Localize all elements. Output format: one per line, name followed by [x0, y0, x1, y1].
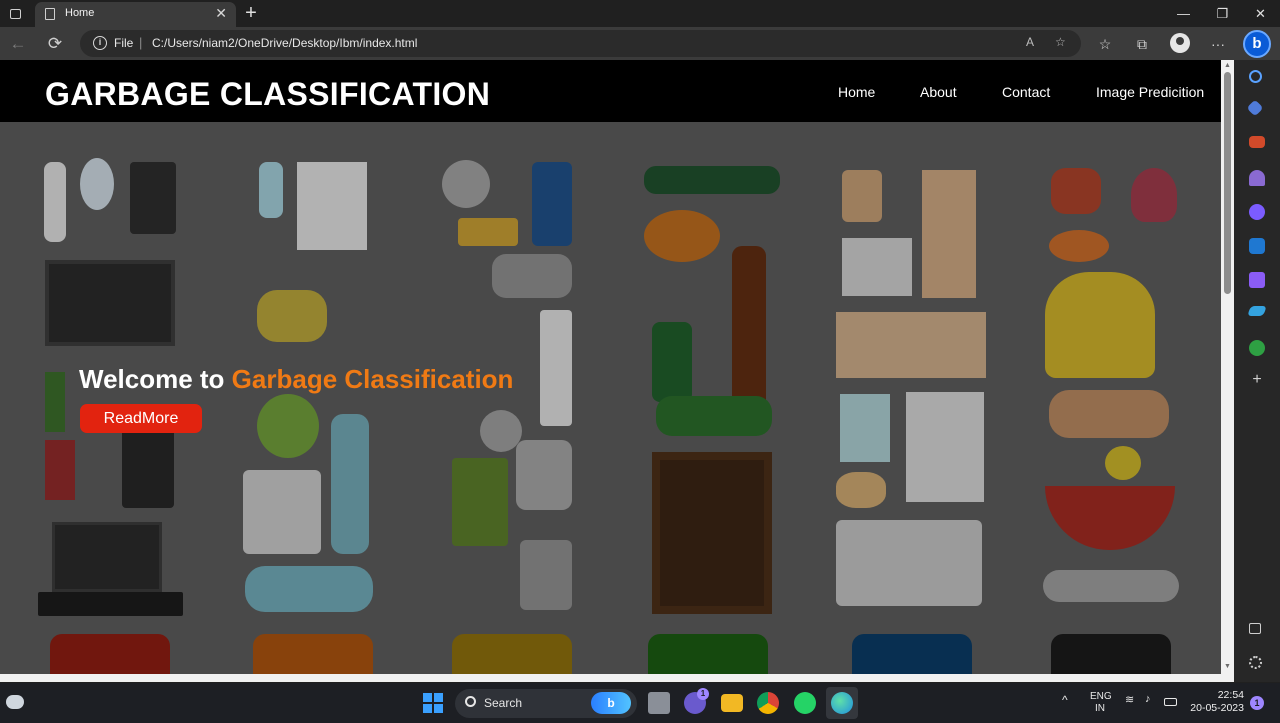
wifi-icon[interactable]: ≋: [1125, 693, 1134, 706]
briefcase-icon[interactable]: [1249, 136, 1265, 148]
site-title: GARBAGE CLASSIFICATION: [45, 76, 491, 112]
edge-icon[interactable]: [831, 692, 853, 714]
volume-icon[interactable]: ♪: [1145, 693, 1151, 705]
tab-close-icon[interactable]: ✕: [215, 5, 227, 21]
read-more-button[interactable]: ReadMore: [80, 404, 202, 433]
scroll-thumb[interactable]: [1224, 72, 1231, 294]
windows-taskbar: Search b 1 ^ ENG IN ≋ ♪ 22:54 20-05-2023…: [0, 683, 1280, 723]
new-tab-button[interactable]: +: [240, 1, 262, 25]
file-explorer-icon[interactable]: [721, 694, 743, 712]
profile-avatar[interactable]: [1170, 33, 1190, 53]
site-header: GARBAGE CLASSIFICATION Home About Contac…: [0, 60, 1221, 122]
teams-badge: 1: [697, 688, 709, 700]
bing-icon[interactable]: b: [591, 692, 631, 714]
nav-link-image-prediction[interactable]: Image Predicition: [1096, 84, 1204, 100]
add-icon[interactable]: +: [1249, 372, 1265, 388]
url-separator: |: [139, 35, 143, 50]
clock-time: 22:54: [1217, 689, 1244, 701]
battery-icon[interactable]: [1164, 698, 1177, 706]
collections-icon[interactable]: ⧉: [1132, 34, 1152, 54]
tree-icon[interactable]: [1249, 340, 1265, 356]
language-indicator[interactable]: ENG IN: [1090, 691, 1112, 715]
clock[interactable]: 22:54 20-05-2023: [1188, 689, 1244, 715]
address-bar[interactable]: i File | C:/Users/niam2/OneDrive/Desktop…: [80, 30, 1081, 57]
settings-menu-icon[interactable]: ···: [1208, 34, 1228, 54]
drop-icon[interactable]: [1249, 272, 1265, 288]
chrome-icon[interactable]: [757, 692, 779, 714]
notification-badge[interactable]: 1: [1250, 696, 1264, 710]
refresh-button[interactable]: ⟳: [43, 32, 67, 56]
page-vertical-scrollbar[interactable]: ▲ ▼: [1221, 60, 1234, 674]
language-line1: ENG: [1090, 691, 1112, 702]
nav-link-about[interactable]: About: [920, 84, 957, 100]
hero-heading-prefix: Welcome to: [79, 364, 225, 394]
tab-title: Home: [65, 7, 95, 19]
split-screen-icon[interactable]: [1249, 623, 1261, 634]
hero-heading: Welcome to Garbage Classification: [79, 364, 513, 395]
language-line2: IN: [1095, 703, 1105, 714]
bing-chat-button[interactable]: b: [1243, 30, 1271, 58]
scroll-down-icon[interactable]: ▼: [1223, 663, 1232, 670]
send-icon[interactable]: [1247, 306, 1267, 316]
taskbar-search[interactable]: Search b: [455, 689, 637, 718]
favorites-icon[interactable]: ☆: [1095, 34, 1115, 54]
start-button[interactable]: [423, 693, 443, 713]
search-icon[interactable]: [1249, 70, 1262, 83]
hero-banner: Welcome to Garbage Classification ReadMo…: [0, 122, 1221, 674]
back-button[interactable]: ←: [6, 32, 30, 56]
teams-icon[interactable]: 1: [684, 688, 709, 714]
add-favorite-icon[interactable]: ☆: [1055, 35, 1066, 49]
page-viewport: GARBAGE CLASSIFICATION Home About Contac…: [0, 60, 1221, 674]
minimize-button[interactable]: —: [1164, 0, 1203, 27]
settings-icon[interactable]: [1249, 656, 1262, 669]
chess-icon[interactable]: [1249, 170, 1265, 186]
scroll-up-icon[interactable]: ▲: [1223, 62, 1232, 69]
search-label: Search: [484, 696, 523, 710]
page-horizontal-scrollbar[interactable]: [0, 674, 1234, 682]
url-scheme: File: [114, 36, 134, 50]
copilot-icon[interactable]: [1249, 204, 1265, 220]
task-view-icon[interactable]: [648, 692, 670, 714]
browser-tab-home[interactable]: Home ✕: [35, 2, 236, 27]
info-icon[interactable]: i: [93, 36, 107, 50]
edge-sidebar: +: [1234, 60, 1280, 682]
tray-overflow-icon[interactable]: ^: [1062, 693, 1068, 707]
browser-tab-strip: Home ✕ + — ❐ ✕: [0, 0, 1280, 27]
maximize-button[interactable]: ❐: [1203, 0, 1242, 27]
document-icon: [45, 8, 55, 20]
whatsapp-icon[interactable]: [794, 692, 816, 714]
tab-actions-icon[interactable]: [0, 0, 30, 27]
clock-date: 20-05-2023: [1190, 702, 1244, 714]
nav-link-contact[interactable]: Contact: [1002, 84, 1050, 100]
read-aloud-icon[interactable]: A: [1026, 35, 1034, 49]
nav-link-home[interactable]: Home: [838, 84, 875, 100]
search-icon: [465, 696, 476, 707]
tag-icon[interactable]: [1246, 99, 1264, 117]
outlook-icon[interactable]: [1249, 238, 1265, 254]
weather-icon[interactable]: [6, 695, 24, 709]
hero-heading-accent: Garbage Classification: [231, 364, 514, 394]
browser-toolbar: ← ⟳ i File | C:/Users/niam2/OneDrive/Des…: [0, 27, 1280, 60]
hero-dim-overlay: [0, 122, 1221, 674]
url-text[interactable]: C:/Users/niam2/OneDrive/Desktop/Ibm/inde…: [152, 36, 417, 50]
close-window-button[interactable]: ✕: [1241, 0, 1280, 27]
